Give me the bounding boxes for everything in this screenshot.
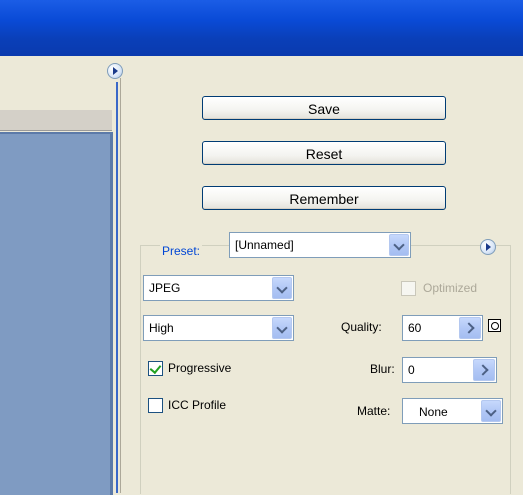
save-button[interactable]: Save (202, 96, 446, 120)
image-preview-canvas (0, 132, 113, 495)
quality-mask-icon[interactable] (488, 319, 501, 332)
chevron-down-icon[interactable] (272, 277, 292, 299)
matte-value: None (419, 405, 448, 419)
check-icon (149, 361, 162, 375)
progressive-label: Progressive (168, 361, 232, 375)
preset-value: [Unnamed] (235, 238, 294, 252)
matte-select[interactable]: None (402, 398, 503, 424)
quality-value: 60 (408, 321, 422, 335)
chevron-down-icon[interactable] (272, 317, 292, 339)
blur-label: Blur: (370, 362, 395, 376)
chevron-down-icon[interactable] (389, 234, 409, 256)
image-preview-area (0, 82, 118, 495)
file-format-select[interactable]: JPEG (143, 275, 294, 301)
file-format-value: JPEG (149, 281, 181, 295)
remember-button[interactable]: Remember (202, 186, 446, 210)
optimize-menu-arrow-icon[interactable] (480, 239, 496, 255)
blur-value: 0 (408, 363, 415, 377)
chevron-right-icon[interactable] (459, 317, 481, 339)
icc-profile-checkbox[interactable] (148, 398, 163, 413)
group-border-line (412, 245, 472, 246)
icc-profile-label: ICC Profile (168, 398, 227, 412)
chevron-down-icon[interactable] (481, 400, 501, 422)
optimized-label: Optimized (423, 281, 478, 295)
quality-input[interactable]: 60 (402, 315, 483, 341)
matte-label: Matte: (357, 404, 391, 418)
quality-label: Quality: (341, 320, 382, 334)
quality-level-value: High (149, 321, 174, 335)
reset-button[interactable]: Reset (202, 141, 446, 165)
panel-divider (120, 78, 121, 493)
preset-select[interactable]: [Unnamed] (229, 232, 411, 258)
panel-menu-arrow-icon[interactable] (107, 63, 123, 79)
blur-input[interactable]: 0 (402, 357, 497, 383)
preview-tab-strip (0, 110, 112, 131)
quality-level-select[interactable]: High (143, 315, 294, 341)
optimized-checkbox[interactable] (401, 281, 416, 296)
window-title-bar (0, 0, 523, 56)
progressive-checkbox[interactable] (148, 361, 163, 376)
preset-label: Preset: (160, 244, 203, 258)
chevron-right-icon[interactable] (473, 359, 495, 381)
